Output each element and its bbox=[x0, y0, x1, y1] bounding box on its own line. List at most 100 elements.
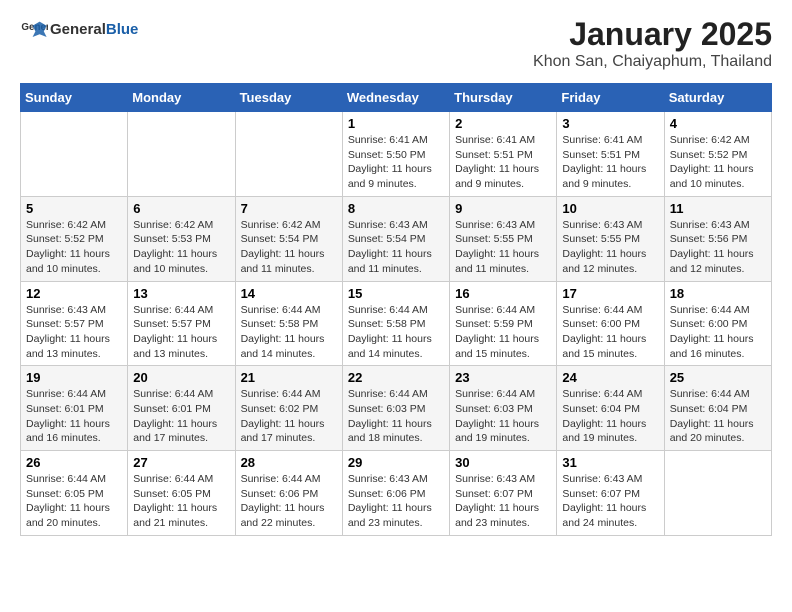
day-info: Sunrise: 6:41 AM Sunset: 5:51 PM Dayligh… bbox=[455, 133, 551, 192]
day-info: Sunrise: 6:43 AM Sunset: 6:07 PM Dayligh… bbox=[562, 472, 658, 531]
calendar-cell: 15Sunrise: 6:44 AM Sunset: 5:58 PM Dayli… bbox=[342, 281, 449, 366]
day-info: Sunrise: 6:43 AM Sunset: 6:06 PM Dayligh… bbox=[348, 472, 444, 531]
day-number: 15 bbox=[348, 286, 444, 301]
day-info: Sunrise: 6:44 AM Sunset: 5:57 PM Dayligh… bbox=[133, 303, 229, 362]
day-info: Sunrise: 6:44 AM Sunset: 6:05 PM Dayligh… bbox=[133, 472, 229, 531]
calendar-body: 1Sunrise: 6:41 AM Sunset: 5:50 PM Daylig… bbox=[21, 112, 772, 536]
calendar-cell: 7 Sunrise: 6:42 AM Sunset: 5:54 PM Daylig… bbox=[235, 196, 342, 281]
weekday-header-friday: Friday bbox=[557, 84, 664, 112]
calendar-cell: 19Sunrise: 6:44 AM Sunset: 6:01 PM Dayli… bbox=[21, 366, 128, 451]
logo: General General Blue bbox=[20, 16, 138, 44]
day-number: 31 bbox=[562, 455, 658, 470]
calendar-cell bbox=[21, 112, 128, 197]
day-number: 12 bbox=[26, 286, 122, 301]
calendar-cell: 28Sunrise: 6:44 AM Sunset: 6:06 PM Dayli… bbox=[235, 451, 342, 536]
day-info: Sunrise: 6:43 AM Sunset: 5:55 PM Dayligh… bbox=[455, 218, 551, 277]
day-number: 13 bbox=[133, 286, 229, 301]
day-info: Sunrise: 6:43 AM Sunset: 5:55 PM Dayligh… bbox=[562, 218, 658, 277]
day-number: 18 bbox=[670, 286, 766, 301]
day-number: 29 bbox=[348, 455, 444, 470]
day-number: 22 bbox=[348, 370, 444, 385]
calendar-week-row: 1Sunrise: 6:41 AM Sunset: 5:50 PM Daylig… bbox=[21, 112, 772, 197]
day-number: 27 bbox=[133, 455, 229, 470]
weekday-header-saturday: Saturday bbox=[664, 84, 771, 112]
calendar-cell: 18 Sunrise: 6:44 AM Sunset: 6:00 PM Dayli… bbox=[664, 281, 771, 366]
logo-icon: General bbox=[20, 16, 48, 44]
calendar-cell: 1Sunrise: 6:41 AM Sunset: 5:50 PM Daylig… bbox=[342, 112, 449, 197]
day-info: Sunrise: 6:41 AM Sunset: 5:50 PM Dayligh… bbox=[348, 133, 444, 192]
day-info: Sunrise: 6:44 AM Sunset: 6:03 PM Dayligh… bbox=[455, 387, 551, 446]
day-number: 24 bbox=[562, 370, 658, 385]
day-info: Sunrise: 6:44 AM Sunset: 6:04 PM Dayligh… bbox=[562, 387, 658, 446]
page-subtitle: Khon San, Chaiyaphum, Thailand bbox=[533, 53, 772, 71]
calendar-week-row: 19Sunrise: 6:44 AM Sunset: 6:01 PM Dayli… bbox=[21, 366, 772, 451]
weekday-header-row: SundayMondayTuesdayWednesdayThursdayFrid… bbox=[21, 84, 772, 112]
day-info: Sunrise: 6:43 AM Sunset: 5:57 PM Dayligh… bbox=[26, 303, 122, 362]
day-info: Sunrise: 6:44 AM Sunset: 6:00 PM Dayligh… bbox=[670, 303, 766, 362]
calendar-cell: 2 Sunrise: 6:41 AM Sunset: 5:51 PM Daylig… bbox=[450, 112, 557, 197]
calendar-cell: 17 Sunrise: 6:44 AM Sunset: 6:00 PM Dayli… bbox=[557, 281, 664, 366]
weekday-header-tuesday: Tuesday bbox=[235, 84, 342, 112]
day-number: 23 bbox=[455, 370, 551, 385]
day-info: Sunrise: 6:44 AM Sunset: 6:01 PM Dayligh… bbox=[133, 387, 229, 446]
day-info: Sunrise: 6:43 AM Sunset: 5:54 PM Dayligh… bbox=[348, 218, 444, 277]
weekday-header-wednesday: Wednesday bbox=[342, 84, 449, 112]
day-info: Sunrise: 6:44 AM Sunset: 6:05 PM Dayligh… bbox=[26, 472, 122, 531]
calendar-header: SundayMondayTuesdayWednesdayThursdayFrid… bbox=[21, 84, 772, 112]
day-number: 16 bbox=[455, 286, 551, 301]
day-info: Sunrise: 6:43 AM Sunset: 6:07 PM Dayligh… bbox=[455, 472, 551, 531]
day-info: Sunrise: 6:42 AM Sunset: 5:52 PM Dayligh… bbox=[670, 133, 766, 192]
day-number: 20 bbox=[133, 370, 229, 385]
calendar-cell: 23 Sunrise: 6:44 AM Sunset: 6:03 PM Dayli… bbox=[450, 366, 557, 451]
weekday-header-sunday: Sunday bbox=[21, 84, 128, 112]
calendar-week-row: 26Sunrise: 6:44 AM Sunset: 6:05 PM Dayli… bbox=[21, 451, 772, 536]
day-info: Sunrise: 6:44 AM Sunset: 5:58 PM Dayligh… bbox=[241, 303, 337, 362]
day-number: 2 bbox=[455, 116, 551, 131]
day-info: Sunrise: 6:42 AM Sunset: 5:53 PM Dayligh… bbox=[133, 218, 229, 277]
day-number: 7 bbox=[241, 201, 337, 216]
calendar-cell: 25Sunrise: 6:44 AM Sunset: 6:04 PM Dayli… bbox=[664, 366, 771, 451]
calendar-table: SundayMondayTuesdayWednesdayThursdayFrid… bbox=[20, 83, 772, 536]
day-number: 8 bbox=[348, 201, 444, 216]
calendar-cell: 21 Sunrise: 6:44 AM Sunset: 6:02 PM Dayli… bbox=[235, 366, 342, 451]
day-info: Sunrise: 6:44 AM Sunset: 6:00 PM Dayligh… bbox=[562, 303, 658, 362]
calendar-cell: 6 Sunrise: 6:42 AM Sunset: 5:53 PM Daylig… bbox=[128, 196, 235, 281]
page-header: General General Blue January 2025 Khon S… bbox=[20, 16, 772, 71]
day-info: Sunrise: 6:42 AM Sunset: 5:54 PM Dayligh… bbox=[241, 218, 337, 277]
calendar-cell: 14Sunrise: 6:44 AM Sunset: 5:58 PM Dayli… bbox=[235, 281, 342, 366]
calendar-cell: 16 Sunrise: 6:44 AM Sunset: 5:59 PM Dayli… bbox=[450, 281, 557, 366]
day-number: 21 bbox=[241, 370, 337, 385]
day-number: 9 bbox=[455, 201, 551, 216]
day-info: Sunrise: 6:44 AM Sunset: 6:03 PM Dayligh… bbox=[348, 387, 444, 446]
day-number: 4 bbox=[670, 116, 766, 131]
day-info: Sunrise: 6:44 AM Sunset: 6:01 PM Dayligh… bbox=[26, 387, 122, 446]
calendar-cell: 12 Sunrise: 6:43 AM Sunset: 5:57 PM Dayli… bbox=[21, 281, 128, 366]
calendar-cell: 27 Sunrise: 6:44 AM Sunset: 6:05 PM Dayli… bbox=[128, 451, 235, 536]
calendar-cell: 26Sunrise: 6:44 AM Sunset: 6:05 PM Dayli… bbox=[21, 451, 128, 536]
day-info: Sunrise: 6:41 AM Sunset: 5:51 PM Dayligh… bbox=[562, 133, 658, 192]
calendar-cell: 30Sunrise: 6:43 AM Sunset: 6:07 PM Dayli… bbox=[450, 451, 557, 536]
calendar-cell: 20 Sunrise: 6:44 AM Sunset: 6:01 PM Dayli… bbox=[128, 366, 235, 451]
day-number: 17 bbox=[562, 286, 658, 301]
day-info: Sunrise: 6:42 AM Sunset: 5:52 PM Dayligh… bbox=[26, 218, 122, 277]
calendar-cell: 31 Sunrise: 6:43 AM Sunset: 6:07 PM Dayli… bbox=[557, 451, 664, 536]
calendar-cell: 22 Sunrise: 6:44 AM Sunset: 6:03 PM Dayli… bbox=[342, 366, 449, 451]
day-info: Sunrise: 6:44 AM Sunset: 6:06 PM Dayligh… bbox=[241, 472, 337, 531]
day-info: Sunrise: 6:44 AM Sunset: 6:02 PM Dayligh… bbox=[241, 387, 337, 446]
calendar-cell: 3Sunrise: 6:41 AM Sunset: 5:51 PM Daylig… bbox=[557, 112, 664, 197]
logo-text-blue: Blue bbox=[106, 22, 139, 39]
calendar-week-row: 5Sunrise: 6:42 AM Sunset: 5:52 PM Daylig… bbox=[21, 196, 772, 281]
calendar-cell: 29 Sunrise: 6:43 AM Sunset: 6:06 PM Dayli… bbox=[342, 451, 449, 536]
calendar-week-row: 12 Sunrise: 6:43 AM Sunset: 5:57 PM Dayli… bbox=[21, 281, 772, 366]
logo-text-general: General bbox=[50, 22, 106, 39]
day-number: 6 bbox=[133, 201, 229, 216]
calendar-cell: 10Sunrise: 6:43 AM Sunset: 5:55 PM Dayli… bbox=[557, 196, 664, 281]
day-info: Sunrise: 6:44 AM Sunset: 6:04 PM Dayligh… bbox=[670, 387, 766, 446]
calendar-cell bbox=[128, 112, 235, 197]
day-info: Sunrise: 6:43 AM Sunset: 5:56 PM Dayligh… bbox=[670, 218, 766, 277]
day-info: Sunrise: 6:44 AM Sunset: 5:59 PM Dayligh… bbox=[455, 303, 551, 362]
day-number: 11 bbox=[670, 201, 766, 216]
calendar-cell: 11 Sunrise: 6:43 AM Sunset: 5:56 PM Dayli… bbox=[664, 196, 771, 281]
calendar-cell: 5Sunrise: 6:42 AM Sunset: 5:52 PM Daylig… bbox=[21, 196, 128, 281]
calendar-cell: 4 Sunrise: 6:42 AM Sunset: 5:52 PM Daylig… bbox=[664, 112, 771, 197]
